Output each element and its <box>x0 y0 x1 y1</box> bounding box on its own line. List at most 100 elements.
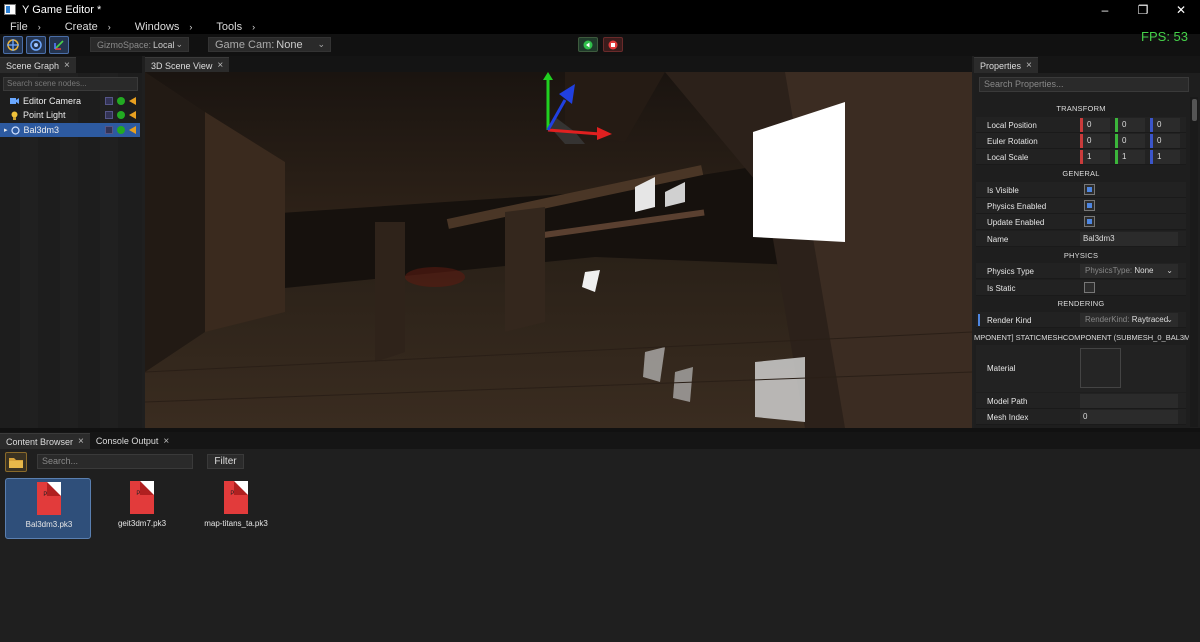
file-type-label: PK3 <box>136 491 148 497</box>
component-header[interactable]: MPONENT] STATICMESHCOMPONENT (SUBMESH_0_… <box>974 333 1189 343</box>
local-position-y-field[interactable]: 0 <box>1115 118 1145 132</box>
model-path-field[interactable] <box>1080 394 1178 408</box>
properties-scrollbar[interactable] <box>1190 97 1198 427</box>
chevron-right-icon: › <box>107 21 111 32</box>
physics-type-select[interactable]: PhysicsType: None ⌄ <box>1080 264 1178 278</box>
scene-view-tabbar: 3D Scene View × <box>145 56 972 73</box>
window-title: Y Game Editor * <box>22 3 102 16</box>
tab-scene-graph[interactable]: Scene Graph × <box>0 57 76 73</box>
name-field[interactable]: Bal3dm3 <box>1080 232 1178 246</box>
maximize-button[interactable]: ❐ <box>1124 0 1162 19</box>
local-position-z-field[interactable]: 0 <box>1150 118 1180 132</box>
euler-rotation-x-field[interactable]: 0 <box>1080 134 1110 148</box>
content-search-input[interactable]: Search... <box>37 454 193 469</box>
update-enabled-checkbox[interactable] <box>1084 216 1095 227</box>
scale-tool-button[interactable] <box>49 36 69 54</box>
model-path-row: Model Path <box>976 393 1186 409</box>
physics-type-value: None <box>1134 266 1154 275</box>
tab-properties[interactable]: Properties × <box>974 57 1038 73</box>
tab-console-output[interactable]: Console Output × <box>89 433 176 449</box>
tab-content-browser-label: Content Browser <box>6 436 74 447</box>
physics-type-prefix: PhysicsType: <box>1085 266 1133 275</box>
file-item-bal3dm3[interactable]: PK3 Bal3dm3.pk3 <box>5 478 91 539</box>
chevron-down-icon: ⌄ <box>1166 266 1173 275</box>
gizmo-space-value: Local <box>153 39 175 50</box>
is-visible-row: Is Visible <box>976 182 1186 198</box>
menu-tools-label: Tools <box>216 20 243 33</box>
local-scale-z-field[interactable]: 1 <box>1150 150 1180 164</box>
menu-windows-label: Windows <box>134 20 180 33</box>
physics-type-label: Physics Type <box>987 267 1034 276</box>
menu-create[interactable]: Create › <box>65 21 111 33</box>
close-icon[interactable]: × <box>1026 60 1032 71</box>
row-indicator <box>978 314 980 326</box>
is-static-checkbox[interactable] <box>1084 282 1095 293</box>
euler-rotation-z-field[interactable]: 0 <box>1150 134 1180 148</box>
section-rendering[interactable]: RENDERING <box>976 299 1186 308</box>
scene-node-point-light[interactable]: Point Light <box>0 108 140 122</box>
section-physics[interactable]: PHYSICS <box>976 251 1186 260</box>
render-kind-prefix: RenderKind: <box>1085 315 1130 324</box>
minimize-button[interactable]: – <box>1086 0 1124 19</box>
physics-enabled-label: Physics Enabled <box>987 202 1047 211</box>
scene-viewport[interactable] <box>145 72 972 428</box>
name-row: Name Bal3dm3 <box>976 231 1186 247</box>
scene-search-input[interactable]: Search scene nodes... <box>3 77 138 91</box>
close-icon[interactable]: × <box>217 60 223 71</box>
folder-icon <box>9 458 23 468</box>
file-item-geit3dm7[interactable]: PK3 geit3dm7.pk3 <box>99 478 185 539</box>
close-icon[interactable]: × <box>64 60 70 71</box>
title-bar: Y Game Editor * – ❐ ✕ <box>0 0 1200 19</box>
local-scale-x-field[interactable]: 1 <box>1080 150 1110 164</box>
physics-type-row: Physics Type PhysicsType: None ⌄ <box>976 263 1186 279</box>
light-bulb-icon <box>11 111 18 120</box>
section-transform[interactable]: TRANSFORM <box>976 104 1186 113</box>
name-label: Name <box>987 235 1009 244</box>
active-dot-icon[interactable] <box>117 97 125 105</box>
scrollbar-thumb[interactable] <box>1192 99 1197 121</box>
section-general[interactable]: GENERAL <box>976 169 1186 178</box>
properties-tabbar: Properties × <box>974 56 1200 73</box>
active-dot-icon[interactable] <box>117 111 125 119</box>
file-name: geit3dm7.pk3 <box>117 519 167 528</box>
menu-tools[interactable]: Tools › <box>216 21 255 33</box>
game-cam-select[interactable]: Game Cam: None ⌄ <box>208 37 331 52</box>
visibility-icon[interactable] <box>105 111 113 119</box>
rotate-tool-button[interactable] <box>26 36 46 54</box>
close-button[interactable]: ✕ <box>1162 0 1200 19</box>
local-scale-y-field[interactable]: 1 <box>1115 150 1145 164</box>
file-item-map-titans[interactable]: PK3 map-titans_ta.pk3 <box>193 478 279 539</box>
folder-button[interactable] <box>5 452 27 472</box>
material-slot[interactable] <box>1080 348 1121 388</box>
expand-arrow-icon[interactable]: ▸ <box>4 126 8 134</box>
properties-search-input[interactable]: Search Properties... <box>979 77 1189 92</box>
menu-file[interactable]: File › <box>10 21 41 33</box>
gizmo-space-select[interactable]: GizmoSpace: Local ⌄ <box>90 37 189 52</box>
triangle-icon[interactable] <box>129 97 136 105</box>
visibility-icon[interactable] <box>105 126 113 134</box>
menu-windows[interactable]: Windows › <box>135 21 193 33</box>
scene-node-bal3dm3[interactable]: ▸ Bal3dm3 <box>0 123 140 137</box>
close-icon[interactable]: × <box>78 436 84 447</box>
physics-enabled-checkbox[interactable] <box>1084 200 1095 211</box>
mesh-index-row: Mesh Index 0 <box>976 409 1186 425</box>
scene-node-editor-camera[interactable]: Editor Camera <box>0 94 140 108</box>
mesh-icon <box>10 125 20 135</box>
visibility-icon[interactable] <box>105 97 113 105</box>
mesh-index-field[interactable]: 0 <box>1080 410 1178 424</box>
filter-button[interactable]: Filter <box>207 454 244 469</box>
game-cam-value: None <box>276 38 303 51</box>
triangle-icon[interactable] <box>129 111 136 119</box>
play-button[interactable] <box>578 37 598 52</box>
local-position-x-field[interactable]: 0 <box>1080 118 1110 132</box>
render-kind-select[interactable]: RenderKind: Raytraced ⌄ <box>1080 313 1178 327</box>
translate-tool-button[interactable] <box>3 36 23 54</box>
tab-content-browser[interactable]: Content Browser × <box>0 433 90 449</box>
is-visible-checkbox[interactable] <box>1084 184 1095 195</box>
tab-3d-scene-view[interactable]: 3D Scene View × <box>145 57 230 73</box>
triangle-icon[interactable] <box>129 126 136 134</box>
stop-button[interactable] <box>603 37 623 52</box>
euler-rotation-y-field[interactable]: 0 <box>1115 134 1145 148</box>
active-dot-icon[interactable] <box>117 126 125 134</box>
close-icon[interactable]: × <box>163 436 169 447</box>
